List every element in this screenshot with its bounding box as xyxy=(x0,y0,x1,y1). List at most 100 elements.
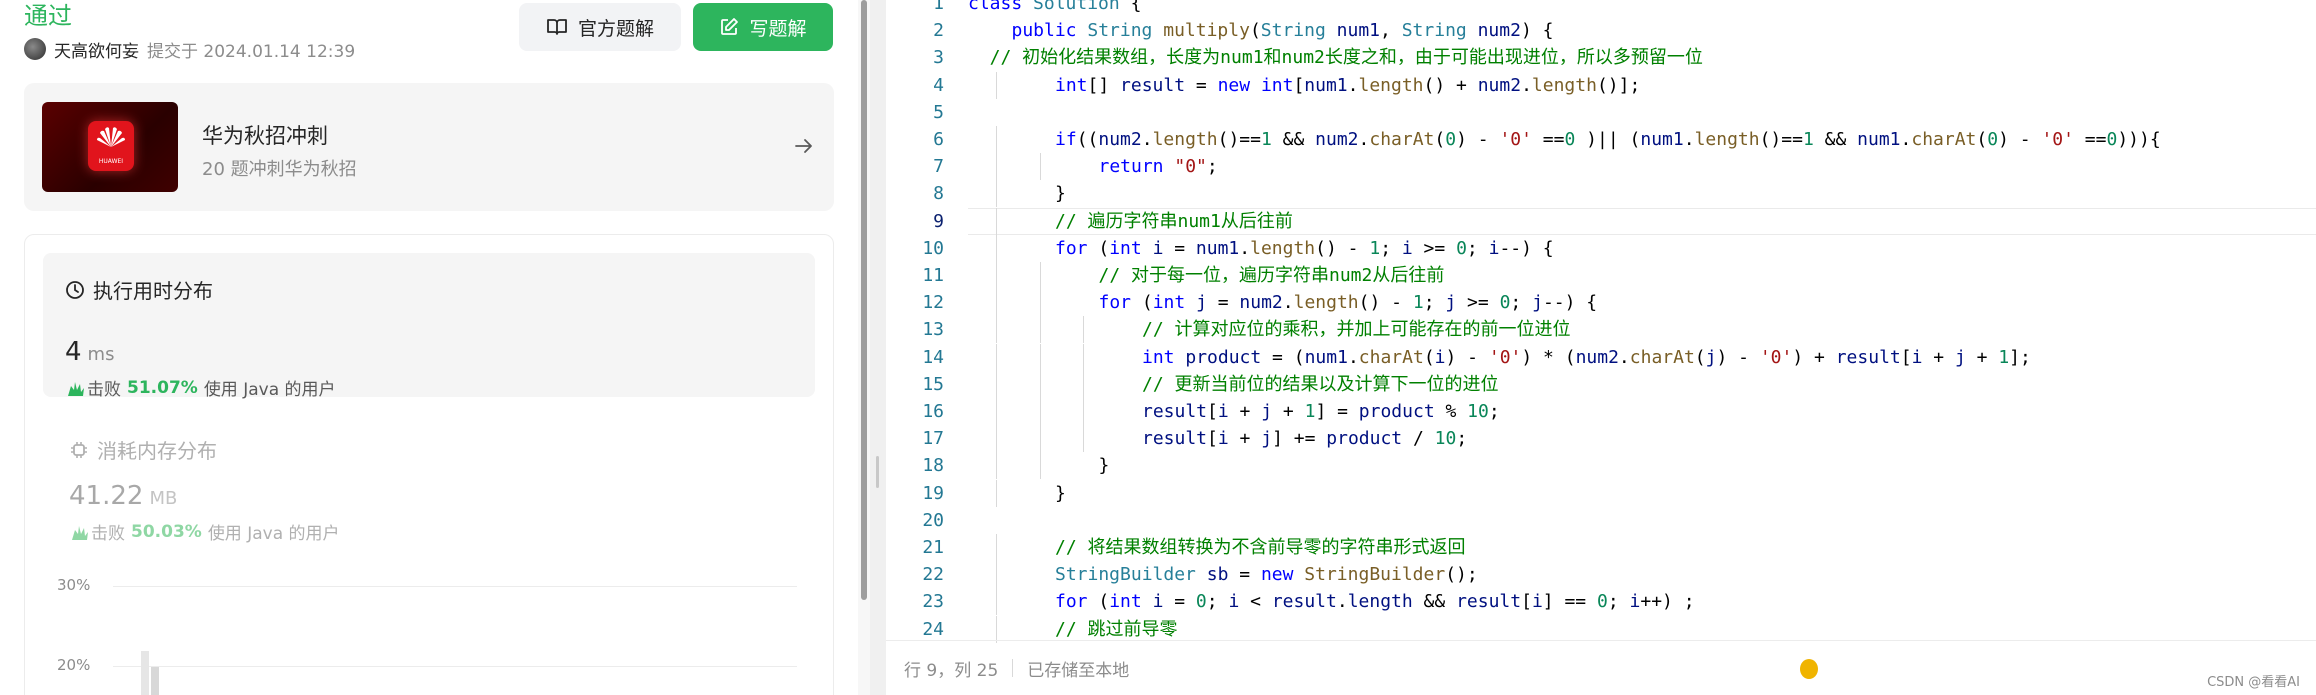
panel-divider[interactable] xyxy=(870,0,886,695)
code-text[interactable]: } xyxy=(1055,180,1066,207)
code-text[interactable]: } xyxy=(1099,452,1110,479)
code-text[interactable]: for (int i = 0; i < result.length && res… xyxy=(1055,588,1695,615)
code-line[interactable]: 24 // 跳过前导零 xyxy=(886,615,2316,643)
avatar[interactable] xyxy=(24,38,46,60)
code-line[interactable]: 7 return "0"; xyxy=(886,153,2316,181)
code-line[interactable]: 2 public String multiply(String num1, Str… xyxy=(886,17,2316,44)
code-line[interactable]: 19} xyxy=(886,479,2316,507)
code-line[interactable]: 13 // 计算对应位的乘积，并加上可能存在的前一位进位 xyxy=(886,316,2316,344)
runtime-card[interactable]: 执行用时分布 4 ms 击败 51.07% 使用 Java 的用户 xyxy=(43,253,815,400)
line-number: 6 xyxy=(933,129,944,150)
code-token: % xyxy=(1434,401,1468,422)
author-name[interactable]: 天高欲何妄 xyxy=(54,37,139,62)
code-text[interactable]: int product = (num1.charAt(i) - '0') * (… xyxy=(1142,344,2031,371)
code-text[interactable]: // 将结果数组转换为不含前导零的字符串形式返回 xyxy=(1055,534,1466,561)
code-text[interactable]: } xyxy=(1055,480,1066,507)
divider-handle[interactable] xyxy=(876,456,879,488)
code-token: // 遍历字符串num1从后往前 xyxy=(1055,210,1293,232)
code-token: StringBuilder xyxy=(1055,564,1196,586)
code-editor[interactable]: 1 class Solution {2 public String multiply… xyxy=(886,0,2316,695)
indent-guide xyxy=(996,153,997,181)
code-line[interactable]: 9 // 遍历字符串num1从后往前 xyxy=(886,207,2316,235)
memory-heading[interactable]: 消耗内存分布 xyxy=(69,435,217,464)
cursor-position[interactable]: 行 9，列 25 xyxy=(904,656,998,681)
code-line[interactable]: 8} xyxy=(886,180,2316,208)
code-line[interactable]: 5 xyxy=(886,99,2316,126)
code-line[interactable]: 16 result[i + j + 1] = product % 10; xyxy=(886,398,2316,425)
code-token: ))){ xyxy=(2117,129,2161,150)
code-text[interactable]: StringBuilder sb = new StringBuilder(); xyxy=(1055,561,1478,588)
code-text[interactable]: for (int j = num2.length() - 1; j >= 0; … xyxy=(1099,289,1598,316)
code-line[interactable]: 21 // 将结果数组转换为不含前导零的字符串形式返回 xyxy=(886,534,2316,561)
chart-bar[interactable] xyxy=(141,651,149,695)
code-text[interactable]: // 跳过前导零 xyxy=(1055,616,1178,643)
code-line[interactable]: 10 for (int i = num1.length() - 1; i >= 0… xyxy=(886,234,2316,262)
code-token: product xyxy=(1358,401,1435,422)
code-text[interactable]: for (int i = num1.length() - 1; i >= 0; … xyxy=(1055,235,1554,262)
code-token: num2 xyxy=(1098,129,1142,150)
code-text[interactable]: if((num2.length()==1 && num2.charAt(0) -… xyxy=(1055,126,2161,153)
code-text[interactable]: int[] result = new int[num1.length() + n… xyxy=(1055,72,1640,99)
code-token: i xyxy=(1434,346,1446,368)
code-token: length xyxy=(1250,237,1316,259)
line-number: 17 xyxy=(922,428,944,450)
official-solution-button[interactable]: 官方题解 xyxy=(519,3,681,51)
indent-guide xyxy=(1039,343,1041,371)
assistant-icon[interactable] xyxy=(1800,659,1818,679)
code-token: 0 xyxy=(1456,237,1467,259)
code-line[interactable]: 11 // 对于每一位，遍历字符串num2从后往前 xyxy=(886,262,2316,289)
runtime-value: 4 ms xyxy=(65,337,114,367)
code-text[interactable]: class Solution { xyxy=(968,0,1141,17)
code-text[interactable]: // 遍历字符串num1从后往前 xyxy=(1055,208,1293,235)
promo-card[interactable]: HUAWEI 华为秋招冲刺 20 题冲刺华为秋招 xyxy=(24,83,834,211)
arrow-right-icon[interactable] xyxy=(792,134,816,158)
code-line[interactable]: 14 int product = (num1.charAt(i) - '0') *… xyxy=(886,343,2316,371)
code-text[interactable]: // 对于每一位，遍历字符串num2从后往前 xyxy=(1099,262,1445,289)
code-line[interactable]: 23 for (int i = 0; i < result.length && r… xyxy=(886,588,2316,616)
code-text[interactable]: return "0"; xyxy=(1099,153,1218,180)
code-token: 10 xyxy=(1467,401,1489,422)
code-token: . xyxy=(1618,346,1630,368)
code-text[interactable]: // 更新当前位的结果以及计算下一位的进位 xyxy=(1142,371,1499,398)
code-line[interactable]: 18} xyxy=(886,452,2316,480)
code-line[interactable]: 15 // 更新当前位的结果以及计算下一位的进位 xyxy=(886,370,2316,398)
code-token: 0 xyxy=(1499,292,1511,314)
code-line[interactable]: 17 result[i + j] += product / 10; xyxy=(886,425,2316,453)
code-token: + xyxy=(1228,428,1262,450)
indent-guide xyxy=(996,615,997,643)
code-line[interactable]: 20 xyxy=(886,507,2316,534)
indent-guide xyxy=(1039,370,1041,398)
code-line[interactable]: 1 class Solution { xyxy=(886,0,2316,17)
code-text[interactable]: result[i + j + 1] = product % 10; xyxy=(1142,398,1500,425)
line-number: 14 xyxy=(922,346,944,368)
code-token: 0 xyxy=(2106,129,2118,150)
code-text[interactable]: public String multiply(String num1, Stri… xyxy=(1012,17,1554,44)
code-token: num2 xyxy=(1575,346,1619,368)
code-token: ; xyxy=(1466,237,1489,259)
line-number: 19 xyxy=(922,482,944,504)
runtime-number: 4 xyxy=(65,337,82,367)
code-token: )|| ( xyxy=(1575,129,1641,150)
code-line[interactable]: 3 // 初始化结果数组，长度为num1和num2长度之和，由于可能出现进位，所… xyxy=(886,44,2316,71)
code-line[interactable]: 4 int[] result = new int[num1.length() + … xyxy=(886,71,2316,99)
code-text[interactable]: result[i + j] += product / 10; xyxy=(1142,425,1467,452)
code-token: ( xyxy=(1423,346,1435,368)
code-token: ) - xyxy=(1456,129,1500,150)
write-solution-button[interactable]: 写题解 xyxy=(693,3,833,51)
code-token: for xyxy=(1098,292,1132,314)
code-line[interactable]: 6 if((num2.length()==1 && num2.charAt(0) … xyxy=(886,126,2316,153)
indent-guide xyxy=(996,126,997,153)
chart-bar[interactable] xyxy=(151,667,159,695)
code-token: --) { xyxy=(1542,292,1598,314)
left-scrollbar-thumb[interactable] xyxy=(861,0,867,600)
code-text[interactable]: // 初始化结果数组，长度为num1和num2长度之和，由于可能出现进位，所以多… xyxy=(968,44,1703,71)
indent-guide xyxy=(996,71,997,99)
code-line[interactable]: 12 for (int j = num2.length() - 1; j >= 0… xyxy=(886,289,2316,317)
code-line[interactable]: 22 StringBuilder sb = new StringBuilder()… xyxy=(886,561,2316,589)
code-token: 1 xyxy=(1802,129,1814,150)
indent-guide xyxy=(996,262,997,289)
code-token: length xyxy=(1694,129,1760,150)
code-text[interactable]: // 计算对应位的乘积，并加上可能存在的前一位进位 xyxy=(1142,316,1571,343)
